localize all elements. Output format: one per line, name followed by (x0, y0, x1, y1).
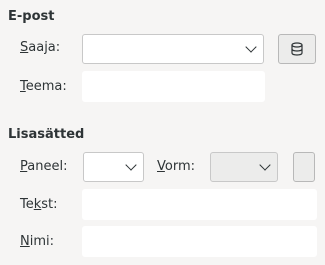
text-input[interactable] (82, 189, 317, 220)
address-book-button[interactable] (278, 34, 316, 64)
text-label: Tekst: (20, 197, 58, 212)
recipient-label: Saaja: (20, 40, 61, 55)
form-combobox[interactable] (210, 152, 278, 182)
chevron-down-icon (245, 41, 257, 53)
panel-label: Paneel: (20, 159, 68, 174)
subject-label: Teema: (20, 79, 67, 94)
recipient-combobox[interactable] (82, 34, 264, 64)
section-title-email: E-post (8, 9, 55, 24)
subject-input[interactable] (82, 71, 265, 102)
form-extra-button[interactable] (293, 152, 315, 182)
chevron-down-icon (259, 159, 271, 171)
panel-combobox[interactable] (83, 152, 144, 182)
database-icon (291, 42, 303, 56)
section-title-advanced: Lisasätted (8, 127, 85, 142)
name-input[interactable] (82, 226, 317, 257)
name-label: Nimi: (20, 234, 55, 249)
chevron-down-icon (125, 159, 137, 171)
form-label: Vorm: (157, 159, 196, 174)
